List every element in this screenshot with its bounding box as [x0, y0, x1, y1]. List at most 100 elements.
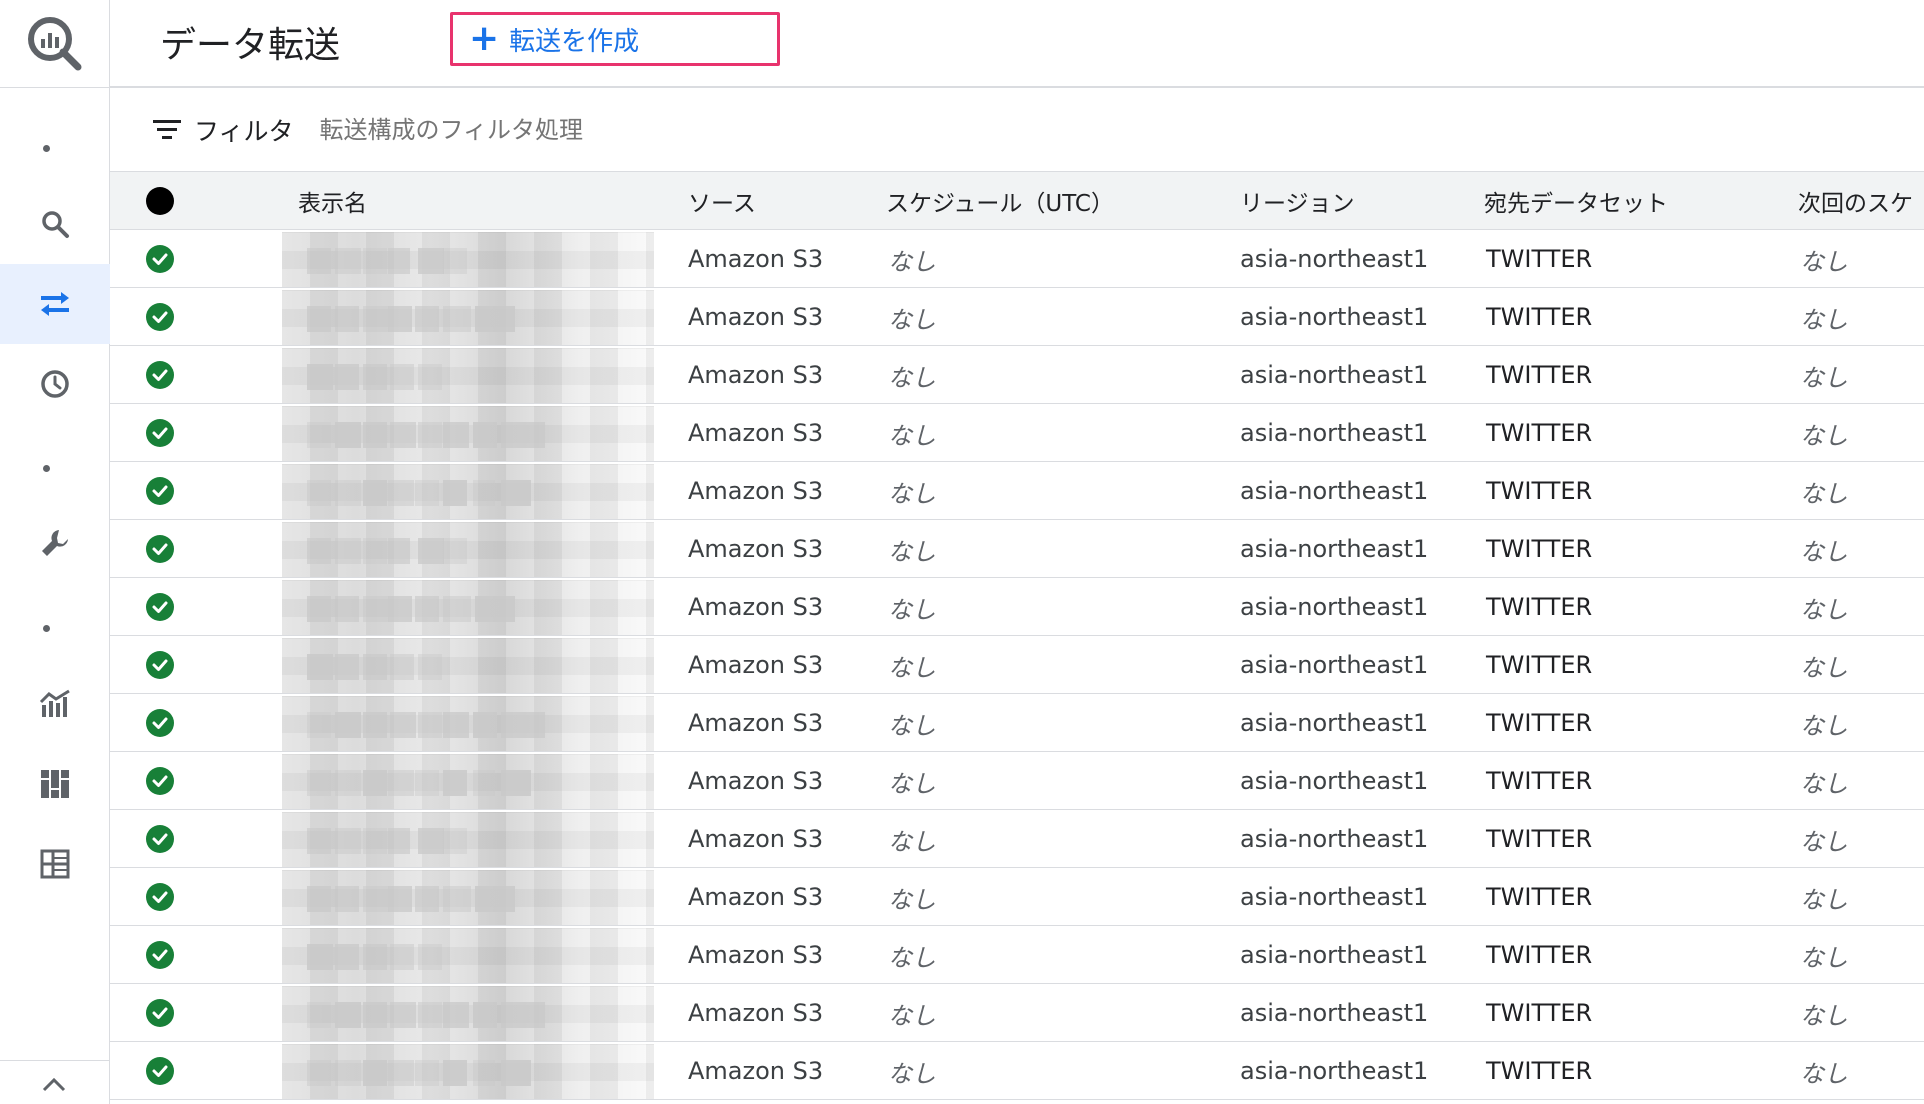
next-run-cell: なし — [1800, 479, 1848, 508]
table-row[interactable]: Amazon S3 なし asia-northeast1 TWITTER なし — [110, 694, 1924, 752]
rail-reservations-button[interactable] — [0, 824, 110, 904]
bigquery-data-transfer-page: データ転送 + 転送を作成 フィルタ 表示名 ソース スケジュール（UTC） リ… — [0, 0, 1924, 1104]
display-name-redacted[interactable] — [282, 928, 654, 983]
dataset-cell[interactable]: TWITTER — [1486, 810, 1592, 868]
rail-scheduled-queries-button[interactable] — [0, 344, 110, 424]
rail-separator-dot — [43, 145, 50, 152]
table-row[interactable]: Amazon S3 なし asia-northeast1 TWITTER なし — [110, 288, 1924, 346]
display-name-redacted[interactable] — [282, 638, 654, 693]
page-header: データ転送 + 転送を作成 — [110, 0, 1924, 88]
display-name-redacted[interactable] — [282, 754, 654, 809]
source-cell: Amazon S3 — [688, 419, 824, 447]
status-cell — [146, 288, 174, 346]
schedule-cell: なし — [888, 653, 936, 682]
status-cell — [146, 578, 174, 636]
dataset-cell[interactable]: TWITTER — [1486, 868, 1592, 926]
success-check-icon — [146, 477, 174, 505]
table-row[interactable]: Amazon S3 なし asia-northeast1 TWITTER なし — [110, 868, 1924, 926]
table-layout-icon — [40, 849, 70, 879]
column-header-destination-dataset[interactable]: 宛先データセット — [1484, 172, 1668, 230]
region-cell: asia-northeast1 — [1240, 477, 1429, 505]
schedule-cell: なし — [888, 827, 936, 856]
table-row[interactable]: Amazon S3 なし asia-northeast1 TWITTER なし — [110, 462, 1924, 520]
table-body: Amazon S3 なし asia-northeast1 TWITTER なし … — [110, 230, 1924, 1100]
dataset-cell[interactable]: TWITTER — [1486, 636, 1592, 694]
table-row[interactable]: Amazon S3 なし asia-northeast1 TWITTER なし — [110, 810, 1924, 868]
source-cell: Amazon S3 — [688, 245, 824, 273]
rail-search-button[interactable] — [0, 184, 110, 264]
column-header-region[interactable]: リージョン — [1240, 172, 1355, 230]
rail-transfers-button[interactable] — [0, 264, 110, 344]
table-row[interactable]: Amazon S3 なし asia-northeast1 TWITTER なし — [110, 636, 1924, 694]
success-check-icon — [146, 941, 174, 969]
next-run-cell: なし — [1800, 363, 1848, 392]
dataset-cell[interactable]: TWITTER — [1486, 230, 1592, 288]
schedule-cell: なし — [888, 769, 936, 798]
table-row[interactable]: Amazon S3 なし asia-northeast1 TWITTER なし — [110, 752, 1924, 810]
source-cell: Amazon S3 — [688, 999, 824, 1027]
dataset-cell[interactable]: TWITTER — [1486, 520, 1592, 578]
dataset-cell[interactable]: TWITTER — [1486, 462, 1592, 520]
table-row[interactable]: Amazon S3 なし asia-northeast1 TWITTER なし — [110, 346, 1924, 404]
table-row[interactable]: Amazon S3 なし asia-northeast1 TWITTER なし — [110, 520, 1924, 578]
table-row[interactable]: Amazon S3 なし asia-northeast1 TWITTER なし — [110, 404, 1924, 462]
display-name-redacted[interactable] — [282, 696, 654, 751]
status-column-header[interactable] — [146, 172, 174, 230]
display-name-redacted[interactable] — [282, 348, 654, 403]
table-row[interactable]: Amazon S3 なし asia-northeast1 TWITTER なし — [110, 1042, 1924, 1100]
filter-input[interactable] — [319, 115, 920, 144]
region-cell: asia-northeast1 — [1240, 651, 1429, 679]
dataset-cell[interactable]: TWITTER — [1486, 984, 1592, 1042]
column-header-schedule[interactable]: スケジュール（UTC） — [886, 172, 1114, 230]
rail-dashboard-button[interactable] — [0, 744, 110, 824]
bigquery-logo-icon[interactable] — [0, 0, 110, 88]
filter-label: フィルタ — [194, 116, 294, 146]
status-cell — [146, 694, 174, 752]
success-check-icon — [146, 593, 174, 621]
schedule-cell: なし — [888, 1001, 936, 1030]
dataset-cell[interactable]: TWITTER — [1486, 694, 1592, 752]
display-name-redacted[interactable] — [282, 870, 654, 925]
region-cell: asia-northeast1 — [1240, 941, 1429, 969]
display-name-redacted[interactable] — [282, 986, 654, 1041]
rail-collapse-button[interactable] — [0, 1060, 110, 1104]
schedule-cell: なし — [888, 711, 936, 740]
rail-separator-dot — [43, 625, 50, 632]
table-row[interactable]: Amazon S3 なし asia-northeast1 TWITTER なし — [110, 578, 1924, 636]
next-run-cell: なし — [1800, 711, 1848, 740]
table-row[interactable]: Amazon S3 なし asia-northeast1 TWITTER なし — [110, 926, 1924, 984]
search-icon — [42, 211, 69, 238]
rail-monitoring-button[interactable] — [0, 664, 110, 744]
display-name-redacted[interactable] — [282, 290, 654, 345]
dataset-cell[interactable]: TWITTER — [1486, 578, 1592, 636]
next-run-cell: なし — [1800, 421, 1848, 450]
create-transfer-button[interactable]: + 転送を作成 — [450, 12, 780, 66]
display-name-redacted[interactable] — [282, 812, 654, 867]
display-name-redacted[interactable] — [282, 1044, 654, 1099]
dataset-cell[interactable]: TWITTER — [1486, 752, 1592, 810]
dataset-cell[interactable]: TWITTER — [1486, 346, 1592, 404]
dataset-cell[interactable]: TWITTER — [1486, 926, 1592, 984]
filter-list-icon[interactable] — [152, 118, 182, 142]
dataset-cell[interactable]: TWITTER — [1486, 1042, 1592, 1100]
column-header-source[interactable]: ソース — [688, 172, 756, 230]
column-header-display-name[interactable]: 表示名 — [298, 172, 367, 230]
schedule-cell: なし — [888, 421, 936, 450]
clock-icon — [41, 370, 69, 398]
wrench-icon — [42, 530, 68, 556]
rail-settings-button[interactable] — [0, 503, 110, 583]
display-name-redacted[interactable] — [282, 580, 654, 635]
display-name-redacted[interactable] — [282, 406, 654, 461]
dataset-cell[interactable]: TWITTER — [1486, 288, 1592, 346]
display-name-redacted[interactable] — [282, 522, 654, 577]
display-name-redacted[interactable] — [282, 464, 654, 519]
success-check-icon — [146, 709, 174, 737]
display-name-redacted[interactable] — [282, 232, 654, 287]
dataset-cell[interactable]: TWITTER — [1486, 404, 1592, 462]
status-cell — [146, 404, 174, 462]
column-header-next-run[interactable]: 次回のスケ — [1798, 172, 1913, 230]
table-row[interactable]: Amazon S3 なし asia-northeast1 TWITTER なし — [110, 984, 1924, 1042]
region-cell: asia-northeast1 — [1240, 709, 1429, 737]
table-row[interactable]: Amazon S3 なし asia-northeast1 TWITTER なし — [110, 230, 1924, 288]
source-cell: Amazon S3 — [688, 883, 824, 911]
